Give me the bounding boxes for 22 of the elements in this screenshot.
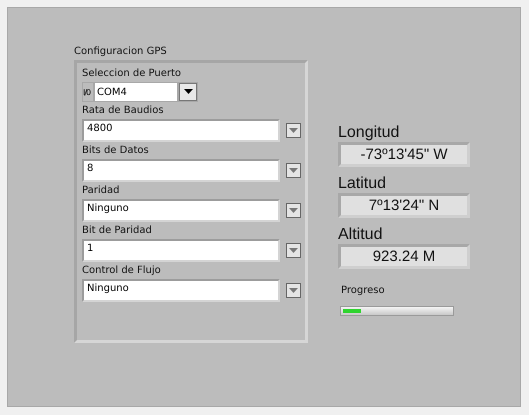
indicator-label: Altitud [338, 226, 384, 244]
input-field[interactable]: 4800 [84, 121, 278, 140]
field-label: Paridad [82, 185, 120, 196]
field-label: Bits de Datos [82, 145, 150, 156]
indicator-label: Longitud [338, 124, 400, 142]
input-field[interactable]: Ninguno [84, 281, 278, 300]
indicator-value: -73º13'45" W [338, 142, 470, 167]
io-icon: I/0 [83, 83, 93, 101]
field-label: Control de Flujo [82, 265, 162, 276]
cluster-title: Configuracion GPS [74, 46, 168, 57]
indicator-value: 7º13'24" N [338, 193, 470, 218]
port-selector[interactable]: I/0 COM4 [82, 82, 198, 102]
field-label: Bit de Paridad [82, 225, 153, 236]
input-field[interactable]: 8 [84, 161, 278, 180]
indicator-value: 923.24 M [338, 244, 470, 269]
input-field[interactable]: 1 [84, 241, 278, 260]
progress-label: Progreso [341, 285, 386, 296]
port-value: COM4 [95, 83, 177, 101]
indicator-label: Latitud [338, 175, 388, 193]
field-label: Rata de Baudios [82, 105, 165, 116]
input-field[interactable]: Ninguno [84, 201, 278, 220]
field-label: Seleccion de Puerto [82, 68, 182, 79]
